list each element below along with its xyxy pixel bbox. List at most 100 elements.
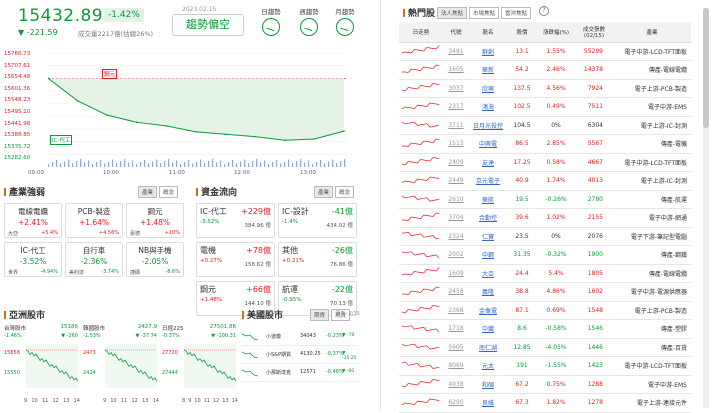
table-row[interactable]: 2317 鴻海 102.5 0.49% 7511 電子中游-EMS: [399, 97, 691, 117]
us-market-row[interactable]: 小道瓊 34043 -0.23% ▼ -78: [242, 328, 358, 346]
table-row[interactable]: 1513 中興電 86.5 2.85% 5567 傳產-電機: [399, 134, 691, 154]
stock-name[interactable]: 日月光投控: [469, 116, 507, 135]
table-row[interactable]: 6290 良維 67.3 1.82% 1278 電子上游-連接元件: [399, 393, 691, 413]
stock-price: 8.6: [507, 319, 537, 339]
fund-flow-card[interactable]: IC-代工 +229億 -3.52% 384.96 億: [196, 203, 275, 238]
fund-flow-card[interactable]: 其他 -26億 +0.21% 76.86 億: [278, 242, 357, 277]
stock-code[interactable]: 8069: [443, 356, 469, 376]
stock-name[interactable]: 鴻海: [469, 97, 507, 117]
stock-industry: 電子上游-PCB-製造: [613, 301, 691, 320]
table-row[interactable]: 3711 日月光投控 104.5 0% 6304 電子上游-IC-封測: [399, 116, 691, 135]
stock-code[interactable]: 2449: [443, 171, 469, 191]
monthly-trend-label: 月趨勢: [335, 8, 355, 16]
stock-name[interactable]: 中興電: [469, 134, 507, 154]
stock-code[interactable]: 2368: [443, 301, 469, 320]
table-row[interactable]: 2449 京元電子 40.9 1.74% 4013 電子上游-IC-封測: [399, 171, 691, 191]
tab-market[interactable]: 市場焦點: [469, 7, 500, 19]
table-row[interactable]: 2458 義隆 38.8 4.86% 1602 電子中游-電源供應器: [399, 282, 691, 302]
stock-code[interactable]: 1605: [443, 60, 469, 80]
stock-name[interactable]: 欣興: [469, 79, 507, 98]
stock-name[interactable]: 元太: [469, 356, 507, 376]
stock-name[interactable]: 中鋼: [469, 245, 507, 265]
stock-name[interactable]: 義隆: [469, 282, 507, 302]
table-row[interactable]: 1605 華新 54.2 2.46% 14378 傳產-電線電纜: [399, 60, 691, 80]
stock-code[interactable]: 2610: [443, 190, 469, 209]
stock-name[interactable]: 仁寶: [469, 227, 507, 246]
tab-concept[interactable]: 概念: [158, 186, 178, 198]
fund-flow-card[interactable]: 電機 +78億 +0.27% 158.62 億: [196, 242, 275, 277]
tab-industry[interactable]: 產業: [137, 186, 157, 198]
table-row[interactable]: 2324 仁寶 23.5 0% 2076 電子下游-筆記型電腦: [399, 227, 691, 246]
stock-name[interactable]: 大亞: [469, 264, 507, 283]
stock-code[interactable]: 2409: [443, 153, 469, 172]
tab-daytrade[interactable]: 當沖焦點: [501, 7, 532, 19]
stock-code[interactable]: 1718: [443, 319, 469, 339]
stock-name[interactable]: 南仁湖: [469, 338, 507, 357]
industry-card[interactable]: NB與手機 -2.05% 捷碼 -8.6%: [126, 242, 184, 277]
market-sparkline: [26, 344, 78, 388]
panel-divider: [380, 0, 381, 410]
stock-code[interactable]: 2458: [443, 282, 469, 302]
daily-trend-button[interactable]: 日趨勢: [254, 6, 288, 36]
stock-name[interactable]: 和碩: [469, 375, 507, 394]
industry-card[interactable]: PCB-製造 +1.64% +4.56%: [65, 203, 123, 238]
asia-market-card[interactable]: 台灣股市 15186 -1.46% ▼ -260 15658 15550 9 10 11 12 13…: [4, 324, 80, 410]
fund-flow-card[interactable]: IC-設計 -41億 -1.4% 434.02 億: [278, 203, 357, 238]
scrollbar-thumb[interactable]: [703, 8, 709, 128]
industry-card[interactable]: 自行車 -2.36% 美利達 -3.74%: [65, 242, 123, 277]
stock-code[interactable]: 5905: [443, 338, 469, 357]
stock-pct: 0.69%: [537, 301, 575, 320]
table-row[interactable]: 1718 中纖 8.6 -0.58% 1546 傳產-塑膠: [399, 319, 691, 339]
stock-code[interactable]: 3481: [443, 42, 469, 61]
row-sparkline: [401, 325, 440, 333]
stock-name[interactable]: 京元電子: [469, 171, 507, 191]
asia-market-card[interactable]: 日經225 27501.86 -0.37% ▼ -100.31 27720 27444 8 9…: [162, 324, 238, 410]
index-intraday-chart[interactable]: 15760.73 15707.61 15654.48 15601.36 1554…: [0, 45, 360, 180]
stock-code[interactable]: 3711: [443, 116, 469, 135]
us-market-row[interactable]: 小那斯達克 12571 -0.48% ▼ -60: [242, 364, 358, 382]
stock-name[interactable]: 中纖: [469, 319, 507, 339]
table-row[interactable]: 5905 南仁湖 12.85 -4.05% 1446 傳產-百貨: [399, 338, 691, 357]
stock-name[interactable]: 華航: [469, 190, 507, 209]
tab-industry[interactable]: 產業: [313, 186, 333, 198]
industry-card[interactable]: 電線電纜 +2.41% 大亞 +5.4%: [4, 203, 62, 238]
stock-name[interactable]: 友達: [469, 153, 507, 172]
industry-card[interactable]: 鋼元 +1.48% 豪德 +10%: [126, 203, 184, 238]
tab-institutional[interactable]: 法人焦點: [437, 7, 468, 19]
help-icon[interactable]: ?: [539, 6, 549, 16]
weekly-trend-button[interactable]: 週趨勢: [292, 6, 326, 36]
stock-name[interactable]: 良維: [469, 393, 507, 413]
table-row[interactable]: 4938 和碩 67.2 0.75% 1288 電子中游-EMS: [399, 375, 691, 394]
table-row[interactable]: 3037 欣興 137.5 4.56% 7924 電子上游-PCB-製造: [399, 79, 691, 98]
table-row[interactable]: 1609 大亞 24.4 5.4% 1805 傳產-電線電纜: [399, 264, 691, 283]
stock-code[interactable]: 3037: [443, 79, 469, 98]
us-market-row[interactable]: 小S&P期貨 4130.25 -0.37% ▼ -15.25: [242, 346, 358, 364]
stock-name[interactable]: 合勤控: [469, 208, 507, 228]
asia-market-card[interactable]: 韓國股市 2427.9 -1.53% ▼ -37.74 2473 2424 9 10 11 12 1…: [83, 324, 159, 410]
table-row[interactable]: 8069 元太 191 -1.55% 1423 電子中游-LCD-TFT面板: [399, 356, 691, 376]
table-row[interactable]: 2610 華航 19.5 -0.26% 2780 傳產-航運: [399, 190, 691, 209]
tab-concept[interactable]: 概念: [334, 186, 354, 198]
stock-code[interactable]: 4938: [443, 375, 469, 394]
table-row[interactable]: 2409 友達 17.25 0.58% 4667 電子中游-LCD-TFT面板: [399, 153, 691, 172]
industry-card[interactable]: IC-代工 -3.52% 世界 -4.94%: [4, 242, 62, 277]
table-row[interactable]: 2368 金像電 87.1 0.69% 1548 電子上游-PCB-製造: [399, 301, 691, 320]
stock-code[interactable]: 6290: [443, 393, 469, 413]
table-row[interactable]: 2002 中鋼 31.35 -0.32% 1900 傳產-鋼鐵: [399, 245, 691, 265]
stock-code[interactable]: 1609: [443, 264, 469, 283]
monthly-trend-button[interactable]: 月趨勢: [328, 6, 362, 36]
stock-pct: -1.55%: [537, 356, 575, 376]
stock-name[interactable]: 群創: [469, 42, 507, 61]
stock-code[interactable]: 3704: [443, 208, 469, 228]
scrollbar[interactable]: [703, 8, 709, 408]
tab-futures[interactable]: 期貨: [310, 309, 330, 321]
stock-code[interactable]: 2002: [443, 245, 469, 265]
stock-code[interactable]: 2317: [443, 97, 469, 117]
stock-name[interactable]: 華新: [469, 60, 507, 80]
table-row[interactable]: 3481 群創 13.1 1.55% 55299 電子中游-LCD-TFT面板: [399, 42, 691, 61]
stock-code[interactable]: 2324: [443, 227, 469, 246]
stock-name[interactable]: 金像電: [469, 301, 507, 320]
x-tick: 14: [152, 398, 159, 404]
table-row[interactable]: 3704 合勤控 39.6 1.02% 2155 電子中游-網通: [399, 208, 691, 228]
stock-code[interactable]: 1513: [443, 134, 469, 154]
